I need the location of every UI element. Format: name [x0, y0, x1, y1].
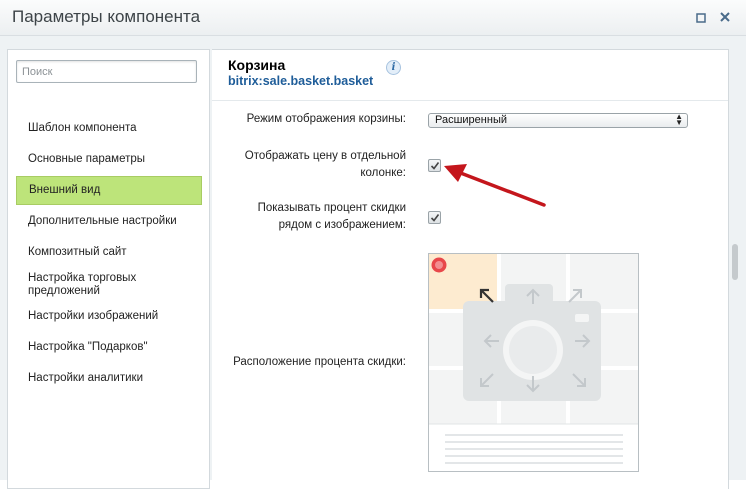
scrollbar-thumb[interactable] — [732, 244, 738, 280]
discount-percent-label-line2: рядом с изображением: — [278, 219, 406, 231]
sidebar-item-basic[interactable]: Основные параметры — [16, 153, 202, 166]
display-mode-select[interactable]: Расширенный ▲ ▼ — [428, 113, 688, 128]
sidebar-item-images[interactable]: Настройки изображений — [16, 310, 202, 323]
search-input[interactable] — [16, 60, 197, 83]
component-title: Корзина — [228, 57, 286, 73]
info-icon[interactable]: i — [386, 60, 401, 75]
checkmark-icon — [430, 162, 440, 170]
price-column-checkbox[interactable] — [428, 159, 441, 172]
dialog-body: Шаблон компонента Основные параметры Вне… — [0, 36, 746, 489]
sidebar-item-template[interactable]: Шаблон компонента — [16, 122, 202, 135]
content-scrollbar[interactable] — [731, 100, 739, 490]
params-panel: Корзина bitrix:sale.basket.basket i Режи… — [212, 49, 738, 489]
sidebar-item-additional[interactable]: Дополнительные настройки — [16, 215, 202, 228]
sidebar: Шаблон компонента Основные параметры Вне… — [7, 49, 210, 489]
component-code: bitrix:sale.basket.basket — [228, 74, 374, 88]
sidebar-item-appearance[interactable]: Внешний вид — [16, 176, 202, 205]
dialog-title: Параметры компонента — [12, 7, 201, 26]
sidebar-item-analytics[interactable]: Настройки аналитики — [16, 372, 202, 385]
price-column-label-line2: колонке: — [360, 167, 406, 179]
header-divider — [212, 100, 728, 101]
display-mode-value: Расширенный — [435, 114, 507, 126]
select-arrows-icon: ▲ ▼ — [675, 112, 683, 127]
dialog-titlebar: Параметры компонента — [0, 0, 746, 36]
sidebar-item-gifts[interactable]: Настройка "Подарков" — [16, 341, 202, 354]
discount-percent-label-line1: Показывать процент скидки — [257, 202, 406, 214]
sidebar-item-offers[interactable]: Настройка торговых предложений — [16, 272, 166, 298]
sidebar-item-composite[interactable]: Композитный сайт — [16, 246, 202, 259]
price-column-label-line1: Отображать цену в отдельной — [244, 150, 406, 162]
close-icon[interactable] — [716, 9, 734, 27]
checkmark-icon — [430, 214, 440, 222]
discount-position-picker[interactable] — [428, 253, 639, 472]
discount-percent-checkbox[interactable] — [428, 211, 441, 224]
display-mode-label: Режим отображения корзины: — [246, 113, 406, 125]
maximize-icon[interactable] — [692, 9, 710, 27]
discount-position-label: Расположение процента скидки: — [233, 356, 406, 368]
